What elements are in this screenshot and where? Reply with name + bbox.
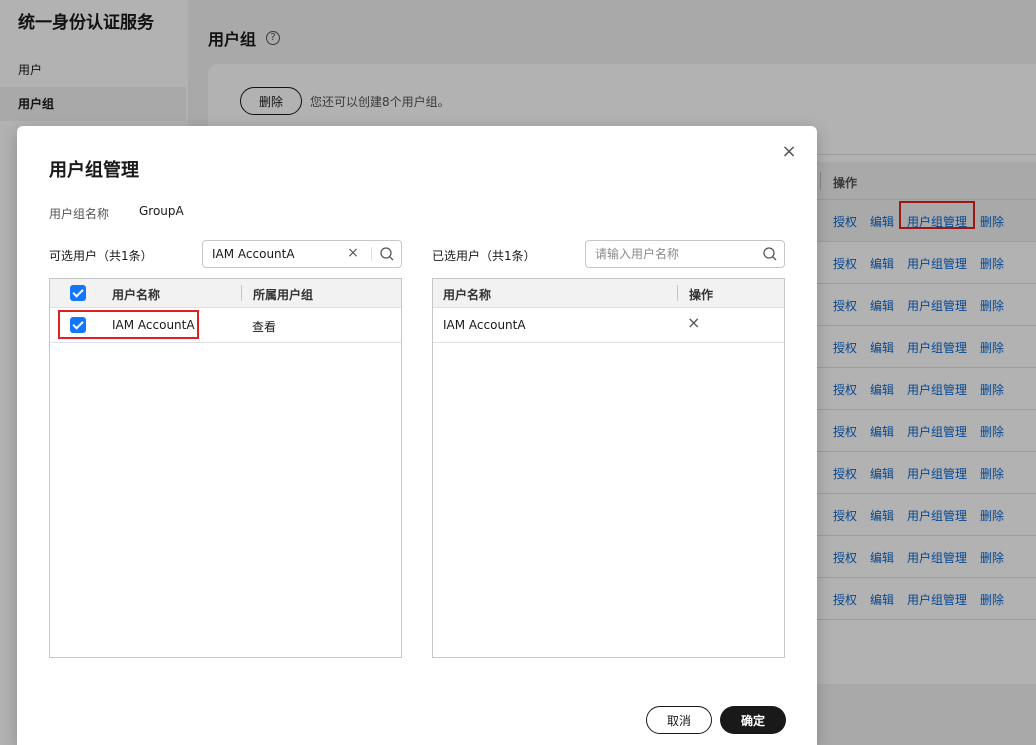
table-header: 用户名称 操作 [433, 279, 784, 308]
cancel-button[interactable]: 取消 [646, 706, 712, 734]
column-header-username: 用户名称 [112, 288, 161, 302]
remove-icon[interactable]: × [687, 315, 700, 331]
column-separator [241, 285, 242, 301]
available-users-search-input[interactable] [212, 245, 342, 263]
view-groups-link[interactable]: 查看 [252, 318, 276, 335]
group-name-label: 用户组名称 [49, 207, 110, 221]
table-row: IAM AccountA × [433, 308, 784, 343]
clear-icon[interactable]: × [346, 245, 360, 261]
selected-users-table: 用户名称 操作 IAM AccountA × [432, 278, 785, 658]
selected-users-search [585, 240, 785, 268]
user-group-management-dialog: 用户组管理 × 用户组名称 GroupA 可选用户（共1条） × 用户名称 所属… [17, 126, 817, 745]
username-cell: IAM AccountA [443, 318, 526, 332]
column-header-ops: 操作 [689, 288, 714, 302]
column-separator [677, 285, 678, 301]
column-header-groups: 所属用户组 [253, 288, 314, 302]
search-icon[interactable] [762, 246, 778, 262]
table-header: 用户名称 所属用户组 [50, 279, 401, 308]
group-name-value: GroupA [139, 204, 184, 218]
search-icon[interactable] [379, 246, 395, 262]
column-header-username: 用户名称 [443, 288, 492, 302]
close-icon[interactable]: × [780, 143, 798, 161]
search-separator [371, 247, 372, 261]
selected-users-caption: 已选用户（共1条） [432, 249, 536, 263]
available-users-caption: 可选用户（共1条） [49, 249, 153, 263]
selected-users-search-input[interactable] [595, 245, 755, 263]
select-all-checkbox[interactable] [70, 285, 86, 301]
confirm-button[interactable]: 确定 [720, 706, 786, 734]
dialog-title: 用户组管理 [49, 160, 139, 181]
available-users-search: × [202, 240, 402, 268]
highlight-box [58, 310, 199, 339]
